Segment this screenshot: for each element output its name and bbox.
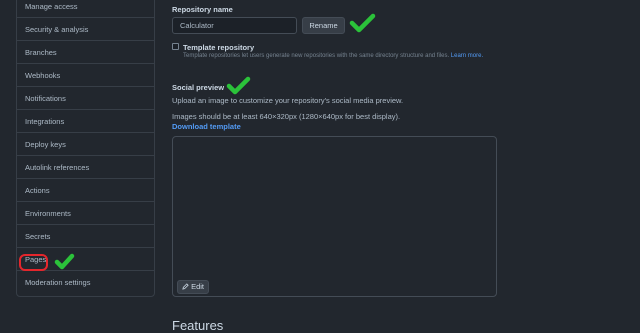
- checkmark-icon: [54, 253, 75, 270]
- checkmark-icon: [226, 76, 251, 95]
- sidebar-item-actions[interactable]: Actions: [17, 179, 154, 202]
- sidebar-item-integrations[interactable]: Integrations: [17, 110, 154, 133]
- sidebar-item-manage-access[interactable]: Manage access: [17, 0, 154, 18]
- social-preview-description: Upload an image to customize your reposi…: [172, 96, 404, 105]
- social-preview-image-area: Edit: [172, 136, 497, 297]
- edit-label: Edit: [191, 282, 205, 291]
- download-template-link[interactable]: Download template: [172, 122, 241, 131]
- pencil-icon: [182, 283, 189, 290]
- sidebar-item-deploy-keys[interactable]: Deploy keys: [17, 133, 154, 156]
- sidebar-item-security-analysis[interactable]: Security & analysis: [17, 18, 154, 41]
- template-repository-checkbox[interactable]: [172, 43, 179, 50]
- social-preview-heading: Social preview: [172, 83, 225, 92]
- sidebar-item-branches[interactable]: Branches: [17, 41, 154, 64]
- main-settings: Repository name Calculator Rename Templa…: [172, 0, 640, 333]
- rename-button[interactable]: Rename: [302, 17, 345, 34]
- template-repository-label: Template repository: [183, 43, 255, 52]
- repository-name-label: Repository name: [172, 5, 233, 14]
- sidebar-item-webhooks[interactable]: Webhooks: [17, 64, 154, 87]
- settings-sidebar: Manage access Security & analysis Branch…: [16, 0, 155, 297]
- sidebar-item-environments[interactable]: Environments: [17, 202, 154, 225]
- sidebar-item-secrets[interactable]: Secrets: [17, 225, 154, 248]
- image-size-hint: Images should be at least 640×320px (128…: [172, 112, 401, 121]
- sidebar-item-moderation-settings[interactable]: Moderation settings: [17, 271, 154, 294]
- edit-button[interactable]: Edit: [177, 280, 209, 294]
- learn-more-link[interactable]: Learn more.: [451, 53, 483, 59]
- checkmark-icon: [349, 13, 376, 33]
- features-heading: Features: [172, 318, 224, 333]
- template-repository-description: Template repositories let users generate…: [183, 53, 483, 59]
- sidebar-item-notifications[interactable]: Notifications: [17, 87, 154, 110]
- pages-highlight-ring: [19, 254, 48, 271]
- template-description-text: Template repositories let users generate…: [183, 53, 450, 59]
- repository-name-input[interactable]: Calculator: [172, 17, 297, 34]
- sidebar-item-autolink-references[interactable]: Autolink references: [17, 156, 154, 179]
